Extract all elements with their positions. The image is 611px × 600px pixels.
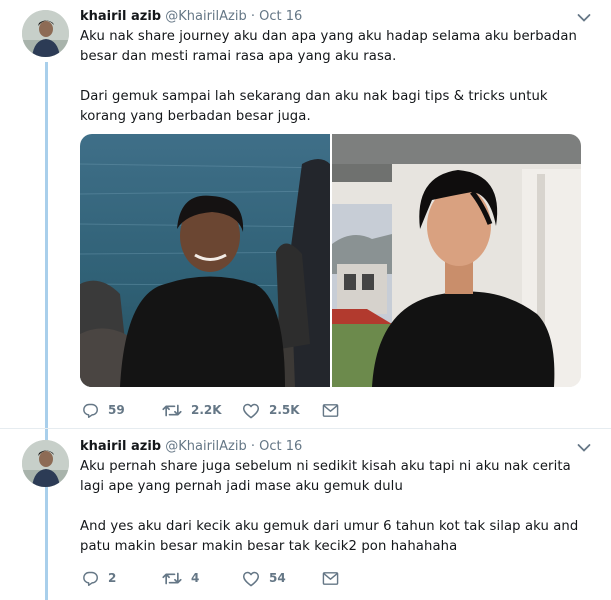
- tweet-actions: 59 2.2K 2.5K: [80, 400, 500, 420]
- tweet[interactable]: khairil azib @KhairilAzib · Oct 16 Aku n…: [0, 0, 611, 428]
- avatar[interactable]: [22, 10, 69, 57]
- direct-message-button[interactable]: [322, 568, 339, 588]
- tweet-header: khairil azib @KhairilAzib · Oct 16: [80, 438, 302, 456]
- like-button[interactable]: 2.5K: [242, 400, 300, 420]
- reply-icon: [83, 571, 98, 586]
- heart-icon: [242, 403, 260, 418]
- retweet-count: 4: [191, 571, 200, 585]
- separator-dot: ·: [250, 9, 256, 24]
- tweet-text: Aku nak share journey aku dan apa yang a…: [80, 27, 580, 127]
- tweet-actions: 2 4 54: [80, 568, 500, 588]
- reply-count: 59: [108, 403, 125, 417]
- timestamp[interactable]: Oct 16: [259, 9, 302, 24]
- author-name[interactable]: khairil azib: [80, 439, 161, 454]
- tweet-header: khairil azib @KhairilAzib · Oct 16: [80, 8, 302, 26]
- like-button[interactable]: 54: [242, 568, 286, 588]
- chevron-down-icon[interactable]: [577, 13, 591, 23]
- tweet-paragraph: Aku nak share journey aku dan apa yang a…: [80, 29, 577, 64]
- reply-icon: [83, 403, 98, 418]
- mail-icon: [322, 571, 339, 585]
- retweet-button[interactable]: 4: [162, 568, 199, 588]
- retweet-button[interactable]: 2.2K: [162, 400, 222, 420]
- heart-icon: [242, 571, 260, 586]
- photo-before[interactable]: [80, 134, 330, 387]
- media-grid[interactable]: [80, 134, 581, 387]
- separator-dot: ·: [250, 439, 256, 454]
- timestamp[interactable]: Oct 16: [259, 439, 302, 454]
- avatar[interactable]: [22, 440, 69, 487]
- author-handle[interactable]: @KhairilAzib: [165, 439, 247, 454]
- tweet-paragraph: Dari gemuk sampai lah sekarang dan aku n…: [80, 89, 548, 124]
- retweet-icon: [162, 404, 182, 416]
- like-count: 54: [269, 571, 286, 585]
- mail-icon: [322, 403, 339, 417]
- tweet-paragraph: Aku pernah share juga sebelum ni sedikit…: [80, 459, 571, 494]
- direct-message-button[interactable]: [322, 400, 339, 420]
- like-count: 2.5K: [269, 403, 300, 417]
- tweet-paragraph: And yes aku dari kecik aku gemuk dari um…: [80, 519, 579, 554]
- author-handle[interactable]: @KhairilAzib: [165, 9, 247, 24]
- reply-count: 2: [108, 571, 117, 585]
- chevron-down-icon[interactable]: [577, 443, 591, 453]
- author-name[interactable]: khairil azib: [80, 9, 161, 24]
- reply-button[interactable]: 2: [82, 568, 116, 588]
- photo-after[interactable]: [332, 134, 581, 387]
- reply-button[interactable]: 59: [82, 400, 125, 420]
- retweet-count: 2.2K: [191, 403, 222, 417]
- tweet-text: Aku pernah share juga sebelum ni sedikit…: [80, 457, 580, 557]
- tweet[interactable]: khairil azib @KhairilAzib · Oct 16 Aku p…: [0, 428, 611, 600]
- retweet-icon: [162, 572, 182, 584]
